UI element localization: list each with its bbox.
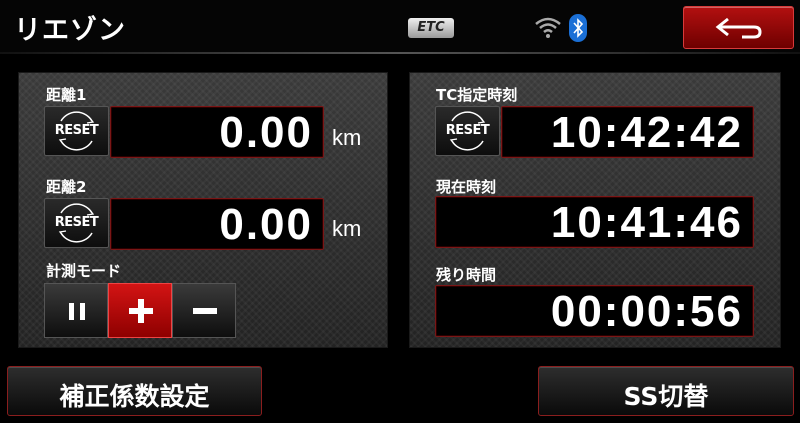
remaining-time-value: 00:00:56: [550, 287, 743, 336]
back-button[interactable]: [683, 6, 794, 49]
header-bar: リエゾン ETC: [0, 0, 800, 52]
remaining-time-label: 残り時間: [436, 266, 497, 284]
plus-icon: [129, 299, 153, 323]
reset-label: RESET: [54, 123, 99, 138]
measure-mode-selector: [26, 283, 238, 338]
correction-factor-button[interactable]: 補正係数設定: [7, 366, 262, 416]
current-time-display: 10:41:46: [435, 196, 754, 248]
mode-pause-button[interactable]: [44, 283, 108, 338]
wifi-icon: [535, 17, 561, 38]
reset-label: RESET: [54, 215, 99, 230]
tc-time-display: 10:42:42: [501, 106, 754, 158]
distance1-label: 距離1: [46, 86, 87, 104]
distance1-reset-button[interactable]: RESET: [44, 106, 109, 156]
tc-time-value: 10:42:42: [550, 108, 743, 157]
distance2-unit: km: [332, 216, 362, 241]
remaining-time-display: 00:00:56: [435, 285, 754, 337]
ss-switch-label: SS切替: [623, 382, 709, 411]
correction-factor-label: 補正係数設定: [59, 382, 210, 411]
distance1-display: 0.00: [110, 106, 324, 158]
pause-icon: [69, 303, 85, 320]
measure-mode-label: 計測モード: [46, 262, 122, 280]
page-title: リエゾン: [14, 15, 126, 46]
header-divider: [0, 52, 800, 54]
distance2-reset-button[interactable]: RESET: [44, 198, 109, 248]
reset-label: RESET: [445, 123, 490, 138]
etc-indicator: ETC: [408, 18, 454, 38]
current-time-value: 10:41:46: [550, 198, 743, 247]
back-arrow-icon: [715, 17, 762, 39]
mode-plus-button[interactable]: [108, 283, 172, 338]
distance1-unit: km: [332, 125, 362, 150]
tc-time-label: TC指定時刻: [436, 86, 518, 104]
distance2-display: 0.00: [110, 198, 324, 250]
distance2-value: 0.00: [219, 200, 313, 249]
distance1-value: 0.00: [219, 108, 313, 157]
distance2-label: 距離2: [46, 178, 87, 196]
ss-switch-button[interactable]: SS切替: [538, 366, 794, 416]
mode-minus-button[interactable]: [172, 283, 236, 338]
minus-icon: [193, 308, 217, 314]
tc-time-reset-button[interactable]: RESET: [435, 106, 500, 156]
bluetooth-icon: [569, 14, 587, 42]
current-time-label: 現在時刻: [436, 178, 497, 196]
